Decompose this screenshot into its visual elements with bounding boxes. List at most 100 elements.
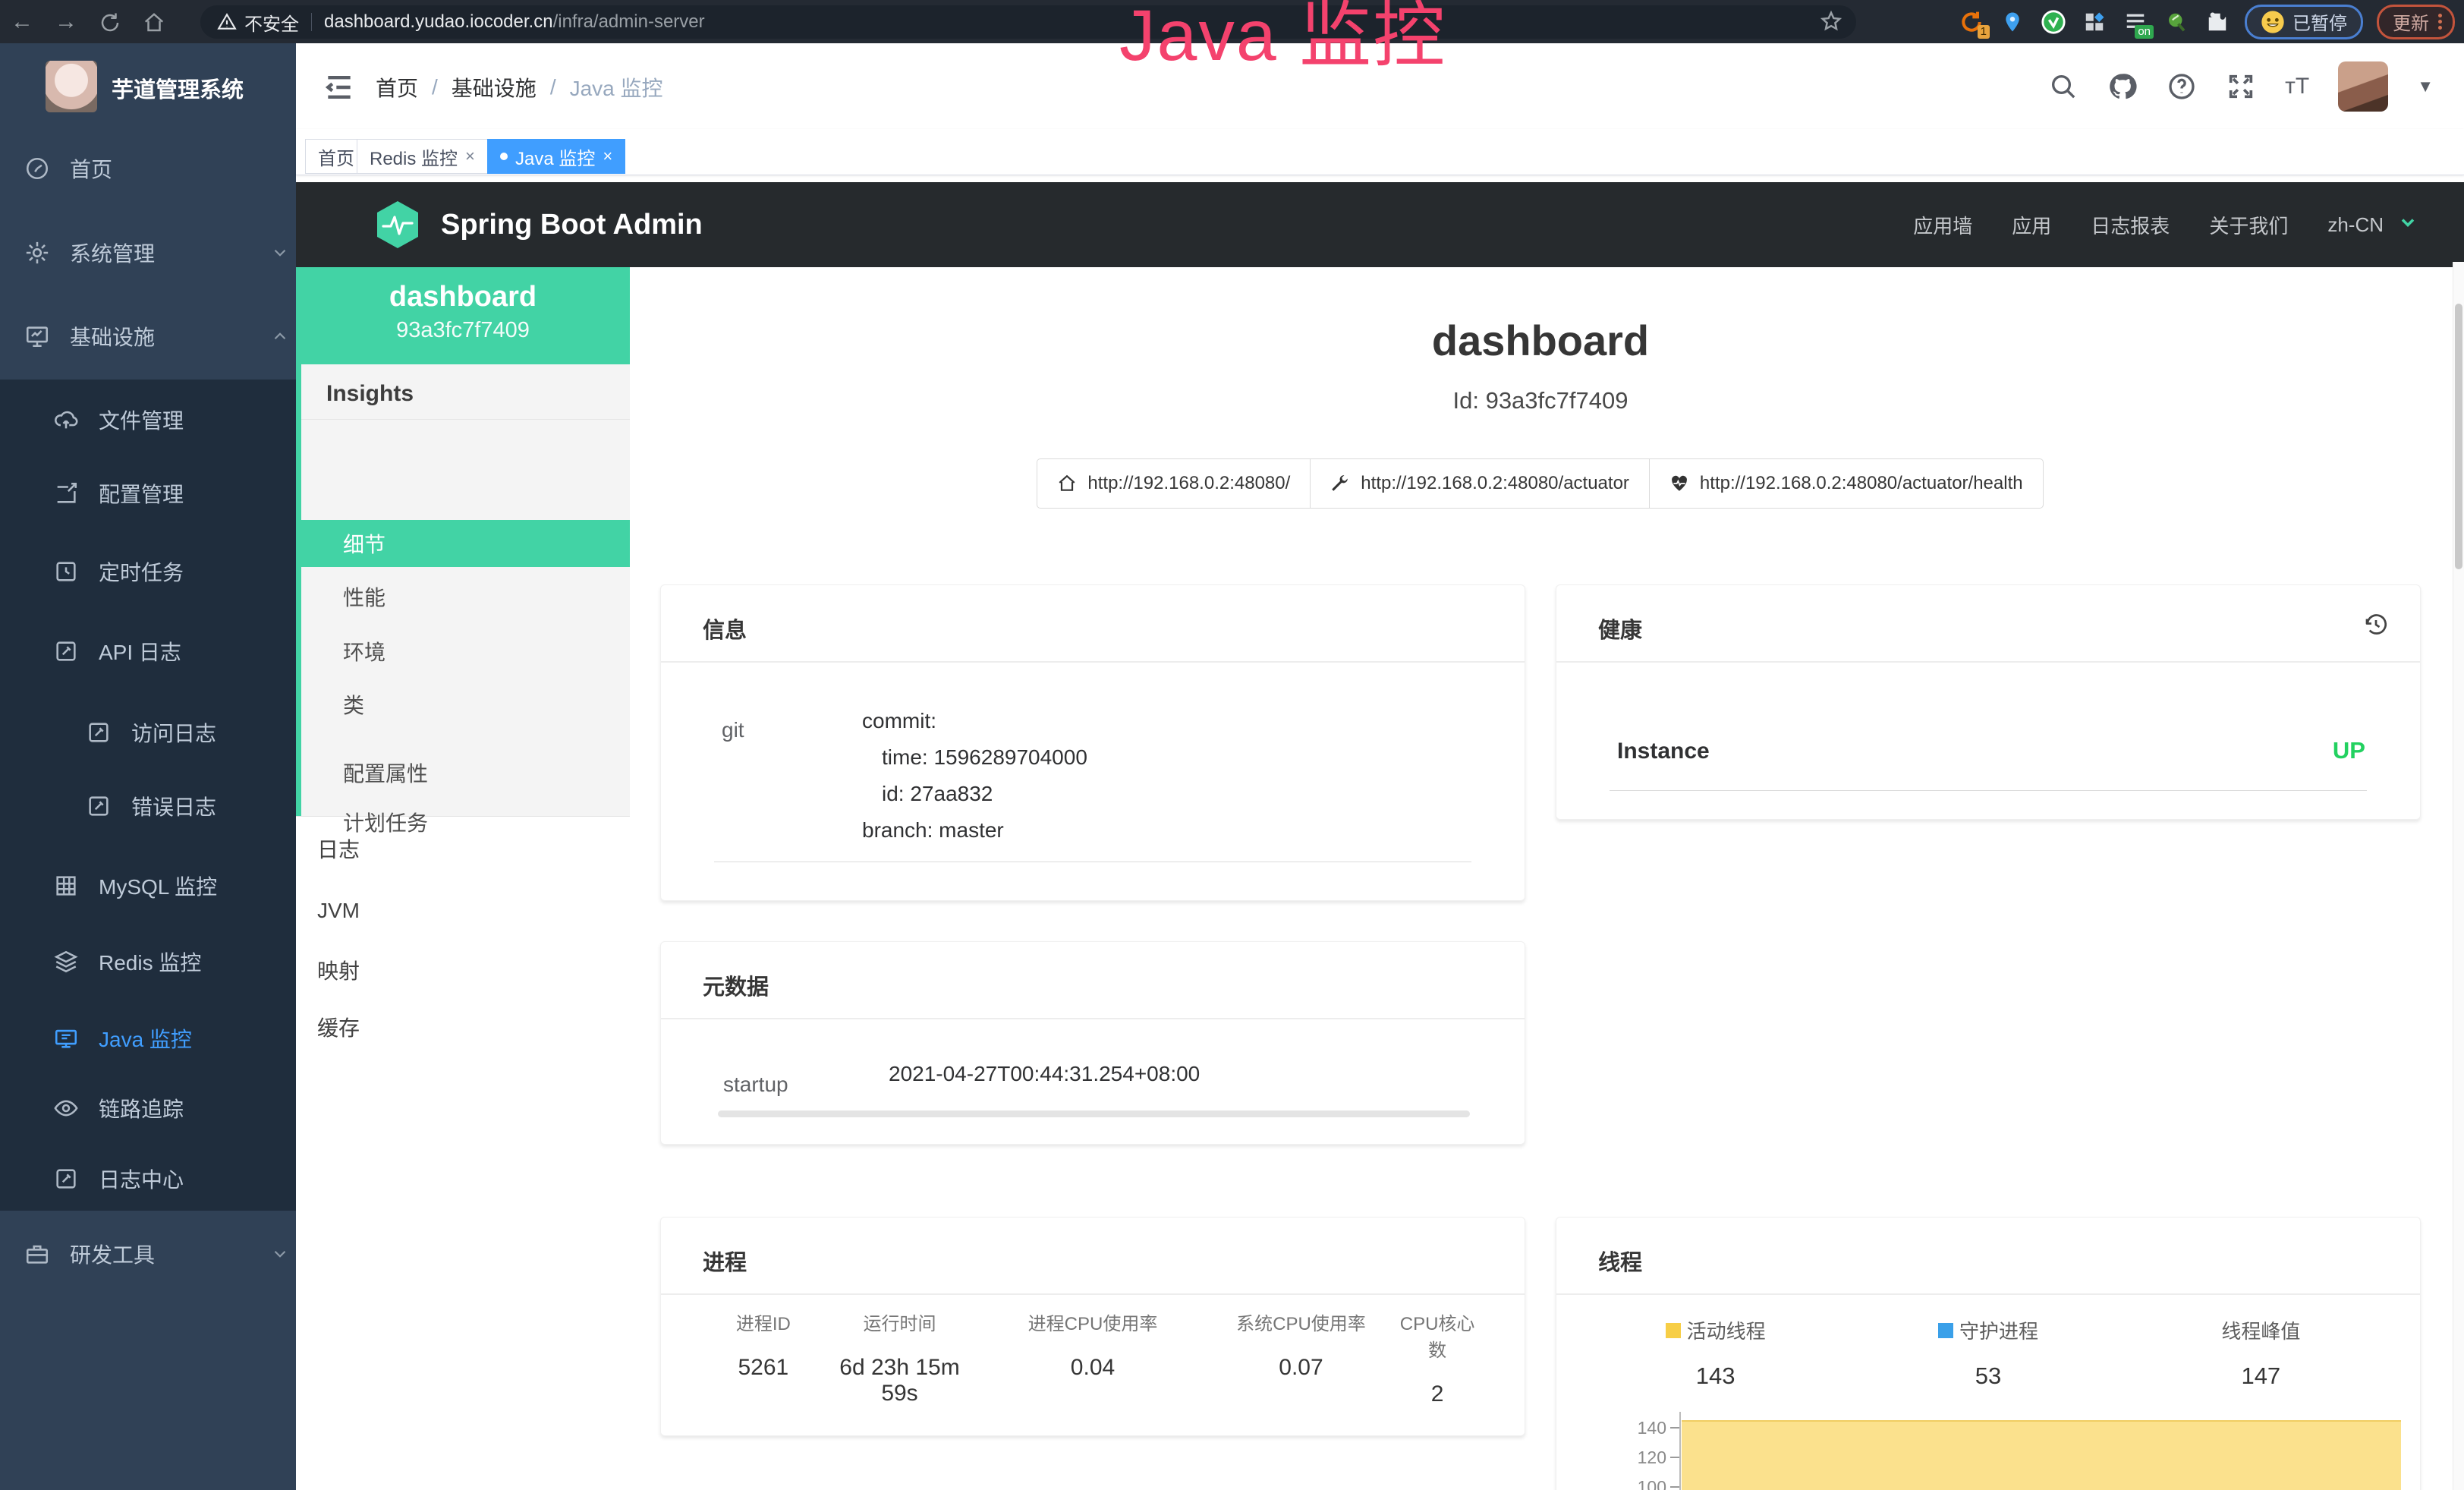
info-row-label: git <box>722 718 744 742</box>
warning-icon <box>217 12 237 32</box>
instance-url-buttons: http://192.168.0.2:48080/ http://192.168… <box>630 458 2451 509</box>
pin-extension-icon[interactable] <box>1999 8 2026 36</box>
page-title: dashboard <box>630 316 2451 365</box>
tabs-on-extension-icon[interactable]: on <box>2122 8 2149 36</box>
threads-card-title: 线程 <box>1598 1245 1642 1277</box>
sba-item-logs[interactable]: 日志 <box>296 825 630 872</box>
header-actions: ᴛT ▼ <box>2048 43 2434 129</box>
chevron-down-icon <box>270 1244 290 1264</box>
sba-item-performance[interactable]: 性能 <box>296 573 630 620</box>
sba-nav-journal[interactable]: 日志报表 <box>2091 211 2170 239</box>
back-icon[interactable]: ← <box>0 0 44 43</box>
paused-extension-button[interactable]: 已暂停 <box>2245 5 2363 39</box>
health-card: 健康 Instance UP <box>1556 584 2421 820</box>
help-icon[interactable] <box>2167 71 2197 102</box>
history-icon[interactable] <box>2362 611 2390 642</box>
breadcrumb: 首页 / 基础设施 / Java 监控 <box>376 72 663 102</box>
sba-item-classes[interactable]: 类 <box>296 681 630 728</box>
sba-nav: 应用墙 应用 日志报表 关于我们 zh-CN <box>1913 182 2418 267</box>
sync-extension-icon[interactable]: 1 <box>1958 8 1985 36</box>
sba-nav-applications[interactable]: 应用 <box>2012 211 2051 239</box>
live-threads-value: 143 <box>1579 1362 1852 1390</box>
admin-sidebar: 芋道管理系统 首页 系统管理 基础设施 文件管理 配置管理 定时任务 <box>0 43 296 1490</box>
instance-header[interactable]: dashboard 93a3fc7f7409 <box>296 267 630 364</box>
briefcase-icon <box>24 1241 50 1267</box>
actuator-url-button[interactable]: http://192.168.0.2:48080/actuator <box>1310 458 1650 509</box>
tag-redis-monitor[interactable]: Redis 监控 × <box>357 139 488 174</box>
log-edit-icon <box>53 638 79 664</box>
security-label[interactable]: 不安全 <box>244 9 299 36</box>
instance-id-line: Id: 93a3fc7f7409 <box>630 387 2451 414</box>
home-icon[interactable] <box>132 0 176 43</box>
update-browser-button[interactable]: 更新 <box>2377 5 2455 39</box>
v-extension-icon[interactable] <box>2040 8 2067 36</box>
address-bar[interactable]: 不安全 dashboard.yudao.iocoder.cn/infra/adm… <box>200 5 1856 39</box>
github-icon[interactable] <box>2107 71 2138 102</box>
close-icon[interactable]: × <box>603 146 612 166</box>
sba-item-environment[interactable]: 环境 <box>296 628 630 675</box>
metadata-scrollbar[interactable] <box>718 1110 1470 1117</box>
url-host: dashboard.yudao.iocoder.cn <box>324 11 553 33</box>
collapse-sidebar-icon[interactable] <box>323 71 356 101</box>
sidebar-item-dev-tools[interactable]: 研发工具 <box>0 1229 320 1279</box>
grid-extension-icon[interactable] <box>2081 8 2108 36</box>
insights-group-label: Insights <box>326 381 414 407</box>
scrollbar-thumb[interactable] <box>2455 304 2462 569</box>
leaf-extension-icon[interactable] <box>2163 8 2190 36</box>
sidebar-item-home[interactable]: 首页 <box>0 143 320 194</box>
process-card: 进程 进程ID5261 运行时间6d 23h 15m 59s 进程CPU使用率0… <box>660 1217 1525 1436</box>
sba-item-mappings[interactable]: 映射 <box>296 947 630 994</box>
sba-nav-wall[interactable]: 应用墙 <box>1913 211 1972 239</box>
service-url-button[interactable]: http://192.168.0.2:48080/ <box>1037 458 1311 509</box>
sba-nav-about[interactable]: 关于我们 <box>2209 211 2288 239</box>
font-size-icon[interactable]: ᴛT <box>2285 74 2309 99</box>
browser-menu-icon[interactable] <box>2438 11 2442 32</box>
forward-icon[interactable]: → <box>44 0 88 43</box>
breadcrumb-home[interactable]: 首页 <box>376 72 418 102</box>
eye-icon <box>53 1095 79 1121</box>
history-clock-icon <box>53 559 79 584</box>
bookmark-star-icon[interactable] <box>1820 10 1842 38</box>
reload-icon[interactable] <box>88 0 132 43</box>
app-logo <box>46 61 97 112</box>
health-card-title: 健康 <box>1598 613 1642 644</box>
caret-down-icon[interactable]: ▼ <box>2417 77 2434 96</box>
metadata-card: 元数据 startup 2021-04-27T00:44:31.254+08:0… <box>660 941 1525 1145</box>
app-title: 芋道管理系统 <box>112 72 244 104</box>
metadata-card-title: 元数据 <box>703 969 769 1001</box>
content-scrollbar[interactable] <box>2453 262 2464 1490</box>
user-avatar[interactable] <box>2338 61 2388 112</box>
search-icon[interactable] <box>2048 71 2079 102</box>
log-edit-icon <box>86 720 112 745</box>
sba-nav-language[interactable]: zh-CN <box>2327 213 2384 237</box>
log-edit-icon <box>53 1166 79 1192</box>
live-threads-area <box>1682 1420 2401 1490</box>
layers-icon <box>53 949 79 975</box>
sba-header: Spring Boot Admin 应用墙 应用 日志报表 关于我们 zh-CN <box>296 182 2464 267</box>
instance-name: dashboard <box>296 281 630 313</box>
tag-java-monitor[interactable]: Java 监控 × <box>487 139 625 174</box>
wrench-icon <box>1330 474 1350 493</box>
puzzle-extension-icon[interactable] <box>2204 8 2231 36</box>
instance-id: 93a3fc7f7409 <box>296 318 630 343</box>
monitor-icon <box>24 323 50 349</box>
app-logo-row[interactable]: 芋道管理系统 <box>0 43 296 131</box>
health-url-button[interactable]: http://192.168.0.2:48080/actuator/health <box>1649 458 2044 509</box>
sba-item-caches[interactable]: 缓存 <box>296 1003 630 1051</box>
sidebar-item-infrastructure[interactable]: 基础设施 <box>0 311 320 361</box>
language-caret-icon[interactable] <box>2397 212 2418 238</box>
sba-brand-title[interactable]: Spring Boot Admin <box>441 209 703 241</box>
process-table: 进程ID5261 运行时间6d 23h 15m 59s 进程CPU使用率0.04… <box>706 1309 1479 1407</box>
sidebar-item-system[interactable]: 系统管理 <box>0 228 320 278</box>
sba-item-config-props[interactable]: 配置属性 <box>296 749 630 796</box>
fullscreen-icon[interactable] <box>2226 71 2256 102</box>
sba-item-jvm[interactable]: JVM <box>296 887 630 934</box>
threads-legend: 活动线程 143 守护进程 53 线程峰值 147 <box>1579 1316 2397 1390</box>
breadcrumb-infra[interactable]: 基础设施 <box>452 72 537 102</box>
edit-icon <box>53 480 79 506</box>
legend-yellow-swatch <box>1666 1323 1681 1338</box>
close-icon[interactable]: × <box>465 146 475 166</box>
sba-item-details[interactable]: 细节 <box>296 520 630 567</box>
process-card-title: 进程 <box>703 1245 747 1277</box>
active-dot <box>500 153 508 160</box>
